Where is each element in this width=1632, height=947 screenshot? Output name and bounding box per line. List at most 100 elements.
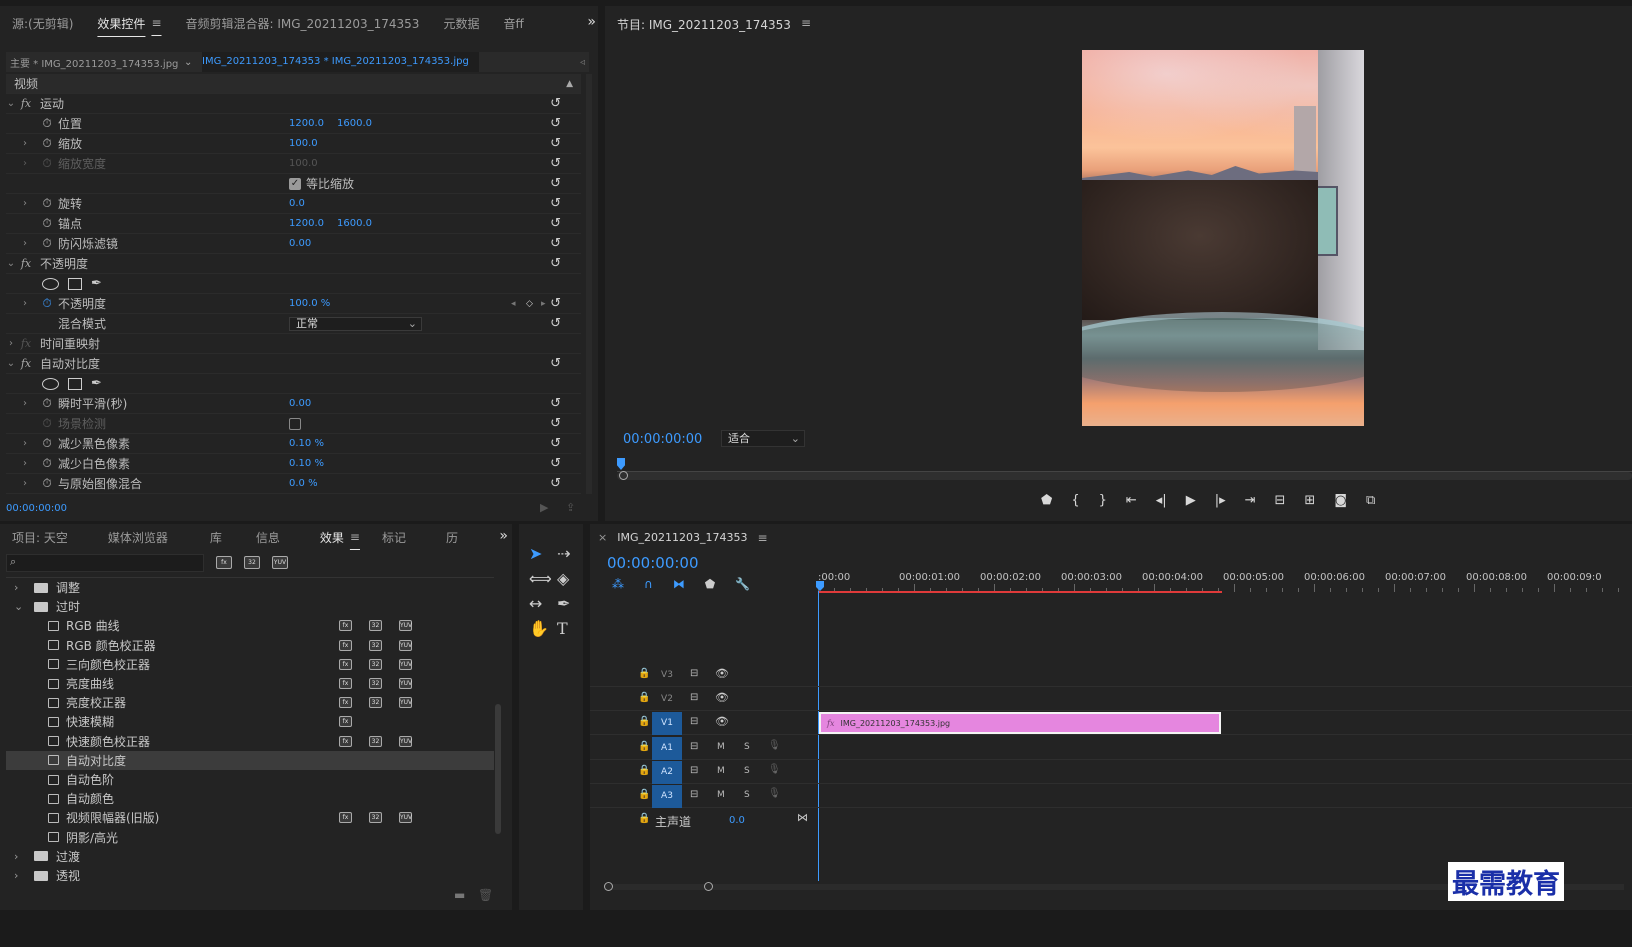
chevron-down-icon[interactable]: ⌄ (184, 57, 202, 68)
pen-mask-icon[interactable]: ✒ (91, 276, 102, 291)
nest-icon[interactable]: ⁂ (612, 577, 624, 591)
fit-select[interactable]: 适合 ⌄ (721, 430, 805, 447)
anchor-y-value[interactable]: 1600.0 (337, 218, 372, 229)
master-volume[interactable]: 0.0 (729, 815, 745, 826)
stopwatch-icon[interactable]: ⏱ (40, 396, 54, 411)
chevron-down-icon[interactable]: ⌄ (14, 600, 28, 613)
stopwatch-icon[interactable]: ⏱ (40, 196, 54, 211)
scale-value[interactable]: 100.0 (289, 138, 318, 149)
fx-icon[interactable]: fx (16, 357, 36, 370)
track-target[interactable]: V3 (652, 664, 682, 687)
chevron-right-icon[interactable]: › (20, 398, 30, 409)
mark-in-icon[interactable]: { (1071, 493, 1079, 508)
uniform-scale-checkbox[interactable]: ✓ (289, 177, 301, 190)
zoom-handle[interactable] (619, 471, 628, 480)
export-frame-icon[interactable]: ◙ (1334, 493, 1347, 508)
type-tool-icon[interactable]: T (557, 619, 585, 638)
lock-icon[interactable]: 🔒 (638, 716, 650, 727)
reset-icon[interactable]: ↺ (550, 476, 561, 491)
chevron-right-icon[interactable]: › (14, 581, 28, 594)
add-marker-icon[interactable]: ⬟ (705, 577, 715, 591)
tab-effect-controls[interactable]: 效果控件 ≡ (85, 15, 173, 32)
effect-item[interactable]: 视频限幅器(旧版) fx 32 YUV (6, 808, 494, 827)
selection-tool-icon[interactable]: ➤ (529, 544, 557, 563)
chevron-right-icon[interactable]: › (20, 238, 30, 249)
microphone-icon[interactable]: 🎙 (768, 764, 781, 775)
reset-icon[interactable]: ↺ (550, 296, 561, 311)
effect-item[interactable]: 自动颜色 (6, 789, 494, 808)
sync-lock-icon[interactable]: ⊟ (690, 668, 698, 679)
chevron-down-icon[interactable]: ⌄ (6, 358, 16, 369)
tab-source[interactable]: 源:(无剪辑) (0, 15, 85, 32)
effect-controls-timecode[interactable]: 00:00:00:00 (6, 503, 67, 514)
mute-button[interactable]: M (717, 790, 725, 800)
chevron-right-icon[interactable]: › (14, 850, 28, 863)
clip-black-value[interactable]: 0.10 % (289, 438, 324, 449)
mute-button[interactable]: M (717, 742, 725, 752)
delete-icon[interactable]: 🗑 (478, 888, 493, 902)
razor-tool-icon[interactable]: ◈ (557, 569, 585, 588)
compare-icon[interactable]: ⧉ (1366, 493, 1375, 508)
reset-icon[interactable]: ↺ (550, 256, 561, 271)
prev-keyframe-icon[interactable]: ◂ (511, 299, 516, 309)
sync-lock-icon[interactable]: ⊟ (690, 692, 698, 703)
add-marker-icon[interactable]: ⬟ (1041, 493, 1052, 508)
fx-icon[interactable]: fx (16, 97, 36, 110)
blend-original-value[interactable]: 0.0 % (289, 478, 318, 489)
menu-icon[interactable]: ≡ (757, 531, 767, 545)
fx-icon[interactable]: fx (16, 257, 36, 270)
sync-lock-icon[interactable]: ⊟ (690, 765, 698, 776)
pen-mask-icon[interactable]: ✒ (91, 376, 102, 391)
reset-icon[interactable]: ↺ (550, 176, 561, 191)
track-target[interactable]: A3 (652, 785, 682, 808)
track-target[interactable]: A2 (652, 760, 682, 784)
lock-icon[interactable]: 🔒 (638, 741, 650, 752)
linked-selection-icon[interactable]: ⧓ (673, 577, 685, 591)
reset-icon[interactable]: ↺ (550, 416, 561, 431)
position-x-value[interactable]: 1200.0 (289, 118, 324, 129)
menu-icon[interactable]: ≡ (151, 16, 161, 30)
reset-icon[interactable]: ↺ (550, 316, 561, 331)
video-frame[interactable] (1082, 50, 1364, 426)
work-area-bar[interactable] (818, 591, 1222, 593)
effect-item[interactable]: 自动色阶 (6, 770, 494, 789)
reset-icon[interactable]: ↺ (550, 396, 561, 411)
eye-icon[interactable]: 👁 (715, 691, 729, 704)
go-to-out-icon[interactable]: ⇥ (1245, 493, 1256, 508)
effect-item[interactable]: 阴影/高光 (6, 828, 494, 847)
track-target[interactable]: A1 (652, 736, 682, 760)
lock-icon[interactable]: 🔒 (638, 789, 650, 800)
eye-icon[interactable]: 👁 (715, 667, 729, 680)
effect-item[interactable]: RGB 曲线 fx 32 YUV (6, 616, 494, 635)
reset-icon[interactable]: ↺ (550, 116, 561, 131)
effect-auto-contrast[interactable]: ⌄ fx 自动对比度 ↺ (6, 354, 581, 374)
chevron-right-icon[interactable]: › (20, 458, 30, 469)
32bit-filter-icon[interactable]: 32 (244, 556, 260, 569)
more-tabs-icon[interactable]: » (587, 14, 596, 30)
anchor-x-value[interactable]: 1200.0 (289, 218, 324, 229)
scrollbar[interactable] (495, 704, 501, 834)
effect-item[interactable]: 快速颜色校正器 fx 32 YUV (6, 732, 494, 751)
chevron-right-icon[interactable]: › (20, 298, 30, 309)
reset-icon[interactable]: ↺ (550, 236, 561, 251)
master-clip-label[interactable]: 主要 * IMG_20211203_174353.jpg (6, 55, 184, 70)
step-forward-icon[interactable]: |▸ (1215, 493, 1226, 508)
effect-opacity[interactable]: ⌄ fx 不透明度 ↺ (6, 254, 581, 274)
stopwatch-icon[interactable]: ⏱ (40, 296, 54, 311)
solo-button[interactable]: S (744, 766, 750, 776)
microphone-icon[interactable]: 🎙 (768, 740, 781, 751)
chevron-right-icon[interactable]: › (20, 478, 30, 489)
rectangle-mask-icon[interactable] (68, 377, 82, 390)
position-y-value[interactable]: 1600.0 (337, 118, 372, 129)
chevron-right-icon[interactable]: › (14, 869, 28, 882)
stopwatch-icon[interactable]: ⏱ (40, 236, 54, 251)
chevron-down-icon[interactable]: ⌄ (6, 258, 16, 269)
zoom-scrollbar[interactable] (617, 472, 1632, 480)
lift-icon[interactable]: ⊟ (1275, 493, 1286, 508)
folder-item[interactable]: › 过渡 (6, 847, 494, 866)
video-clip[interactable]: fx IMG_20211203_174353.jpg (819, 712, 1221, 734)
folder-item[interactable]: ⌄ 过时 (6, 597, 494, 616)
effect-item[interactable]: 亮度校正器 fx 32 YUV (6, 693, 494, 712)
reset-icon[interactable]: ↺ (550, 136, 561, 151)
new-folder-icon[interactable]: ▬ (454, 888, 465, 902)
